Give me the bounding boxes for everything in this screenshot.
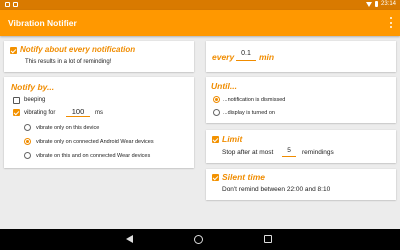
home-icon[interactable] bbox=[194, 235, 203, 244]
limit-title: Limit bbox=[222, 134, 243, 144]
back-icon[interactable] bbox=[126, 235, 133, 243]
status-bar: 23:14 bbox=[0, 0, 400, 10]
battery-icon bbox=[374, 1, 378, 7]
interval-prefix: every bbox=[212, 52, 235, 62]
until-option-label: ...display is turned on bbox=[223, 110, 275, 116]
notify-every-card: Notify about every notification This res… bbox=[4, 41, 194, 72]
silent-time-title: Silent time bbox=[222, 172, 265, 182]
until-title: Until... bbox=[211, 81, 237, 91]
vibrating-unit: ms bbox=[95, 110, 103, 116]
limit-checkbox[interactable] bbox=[212, 136, 219, 143]
vibrating-duration-input[interactable]: 100 bbox=[66, 107, 90, 117]
vibrate-option-label: vibrate on this and on connected Wear de… bbox=[36, 153, 151, 159]
status-time: 23:14 bbox=[380, 1, 396, 7]
limit-input[interactable]: 5 bbox=[282, 147, 296, 157]
notify-every-checkbox[interactable] bbox=[10, 47, 17, 54]
navigation-bar bbox=[0, 229, 400, 250]
limit-card: Limit Stop after at most 5 remindings bbox=[206, 130, 396, 163]
limit-suffix: remindings bbox=[302, 149, 334, 156]
vibrate-option-label: vibrate only on this device bbox=[36, 125, 100, 131]
app-title: Vibration Notifier bbox=[8, 18, 77, 28]
notify-every-subtitle: This results in a lot of reminding! bbox=[25, 59, 112, 65]
notification-icon bbox=[5, 2, 10, 7]
status-right-icons: 23:14 bbox=[365, 1, 396, 7]
vibrate-this-device-radio[interactable] bbox=[24, 124, 31, 131]
notify-by-card: Notify by... beeping vibrating for 100 m… bbox=[4, 77, 194, 168]
vibrate-both-radio[interactable] bbox=[24, 152, 31, 159]
vibrating-checkbox[interactable] bbox=[13, 109, 20, 116]
recent-apps-icon[interactable] bbox=[264, 235, 272, 243]
interval-card: every 0.1 min bbox=[206, 41, 396, 72]
silent-time-card[interactable]: Silent time Don't remind between 22:00 a… bbox=[206, 169, 396, 200]
overflow-menu-icon[interactable] bbox=[390, 17, 393, 28]
app-bar: Vibration Notifier bbox=[0, 10, 400, 36]
until-card: Until... ...notification is dismissed ..… bbox=[206, 77, 396, 123]
vibrating-label: vibrating for bbox=[24, 110, 56, 116]
silent-time-text: Don't remind between 22:00 and 8:10 bbox=[222, 186, 331, 193]
notification-icon bbox=[13, 2, 18, 7]
beeping-checkbox[interactable] bbox=[13, 97, 20, 104]
notify-by-title: Notify by... bbox=[11, 82, 55, 92]
vibrate-wear-only-radio[interactable] bbox=[24, 138, 31, 145]
beeping-label: beeping bbox=[24, 97, 46, 103]
limit-prefix: Stop after at most bbox=[222, 149, 274, 156]
until-option-label: ...notification is dismissed bbox=[223, 97, 286, 103]
until-dismissed-radio[interactable] bbox=[213, 96, 220, 103]
until-display-on-radio[interactable] bbox=[213, 109, 220, 116]
interval-input[interactable]: 0.1 bbox=[236, 50, 256, 61]
status-notification-icons bbox=[5, 2, 18, 7]
notify-every-title: Notify about every notification bbox=[20, 45, 136, 54]
silent-time-checkbox[interactable] bbox=[212, 174, 219, 181]
interval-unit: min bbox=[259, 52, 275, 62]
wifi-icon bbox=[365, 1, 372, 7]
vibrate-option-label: vibrate only on connected Android Wear d… bbox=[36, 139, 154, 145]
